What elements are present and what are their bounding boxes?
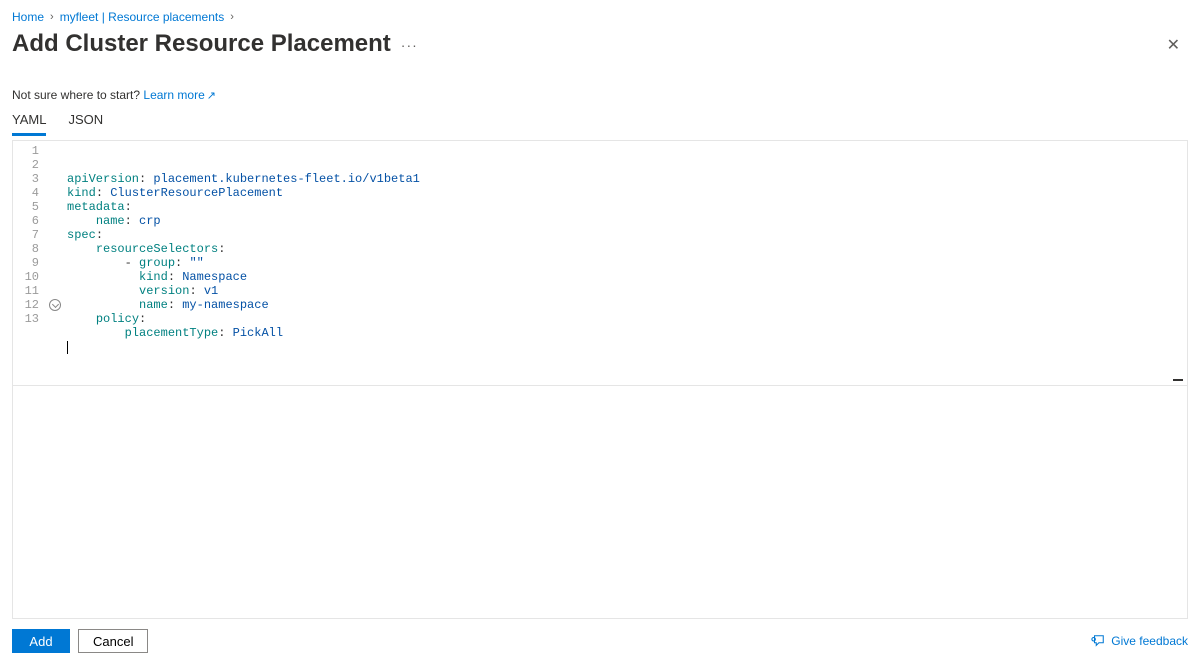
helper-prefix: Not sure where to start?	[12, 88, 143, 102]
glyph-slot	[47, 284, 63, 298]
glyph-slot	[47, 312, 63, 326]
line-number: 7	[17, 228, 39, 242]
code-line[interactable]: name: crp	[67, 214, 1187, 228]
tab-yaml[interactable]: YAML	[12, 110, 46, 136]
glyph-margin	[47, 141, 63, 385]
code-line[interactable]: kind: ClusterResourcePlacement	[67, 186, 1187, 200]
glyph-slot	[47, 200, 63, 214]
add-button[interactable]: Add	[12, 629, 70, 653]
glyph-slot	[47, 144, 63, 158]
line-number: 13	[17, 312, 39, 326]
line-number: 6	[17, 214, 39, 228]
line-number: 3	[17, 172, 39, 186]
helper-text: Not sure where to start? Learn more↗	[12, 88, 1188, 102]
feedback-icon	[1091, 634, 1105, 648]
minimap-indicator	[1173, 379, 1183, 381]
code-line[interactable]: name: my-namespace	[67, 298, 1187, 312]
code-line[interactable]	[67, 340, 1187, 354]
glyph-slot	[47, 298, 63, 312]
code-line[interactable]: resourceSelectors:	[67, 242, 1187, 256]
glyph-slot	[47, 228, 63, 242]
code-line[interactable]: kind: Namespace	[67, 270, 1187, 284]
line-number: 8	[17, 242, 39, 256]
glyph-slot	[47, 242, 63, 256]
give-feedback-link[interactable]: Give feedback	[1091, 634, 1188, 648]
code-line[interactable]: - group: ""	[67, 256, 1187, 270]
code-line[interactable]: metadata:	[67, 200, 1187, 214]
line-number: 1	[17, 144, 39, 158]
line-number: 9	[17, 256, 39, 270]
code-line[interactable]: spec:	[67, 228, 1187, 242]
chevron-right-icon: ›	[50, 11, 54, 23]
give-feedback-label: Give feedback	[1111, 634, 1188, 648]
glyph-slot	[47, 270, 63, 284]
glyph-slot	[47, 256, 63, 270]
page-title: Add Cluster Resource Placement	[12, 30, 391, 58]
line-number: 4	[17, 186, 39, 200]
code-line[interactable]: policy:	[67, 312, 1187, 326]
close-icon[interactable]: ✕	[1159, 31, 1188, 59]
glyph-slot	[47, 214, 63, 228]
learn-more-link[interactable]: Learn more	[143, 88, 204, 102]
glyph-slot	[47, 186, 63, 200]
line-number: 10	[17, 270, 39, 284]
cancel-button[interactable]: Cancel	[78, 629, 148, 653]
editor-empty-space[interactable]	[12, 386, 1188, 619]
footer: Add Cancel Give feedback	[12, 619, 1188, 665]
breadcrumb: Home › myfleet | Resource placements ›	[12, 8, 1188, 30]
line-number: 5	[17, 200, 39, 214]
code-line[interactable]: apiVersion: placement.kubernetes-fleet.i…	[67, 172, 1187, 186]
text-cursor	[67, 341, 68, 354]
more-actions-icon[interactable]: ···	[401, 37, 418, 53]
format-tabs: YAML JSON	[12, 110, 1188, 136]
glyph-slot	[47, 158, 63, 172]
line-number: 12	[17, 298, 39, 312]
tab-json[interactable]: JSON	[68, 110, 103, 136]
line-number: 11	[17, 284, 39, 298]
code-line[interactable]: version: v1	[67, 284, 1187, 298]
code-line[interactable]: placementType: PickAll	[67, 326, 1187, 340]
line-number: 2	[17, 158, 39, 172]
glyph-slot	[47, 172, 63, 186]
line-number-gutter: 12345678910111213	[13, 141, 47, 385]
external-link-icon: ↗	[207, 90, 216, 102]
code-area[interactable]: apiVersion: placement.kubernetes-fleet.i…	[63, 141, 1187, 385]
lightbulb-icon[interactable]	[49, 299, 61, 311]
chevron-right-icon: ›	[230, 11, 234, 23]
breadcrumb-home[interactable]: Home	[12, 10, 44, 24]
breadcrumb-resource-placements[interactable]: myfleet | Resource placements	[60, 10, 225, 24]
code-editor[interactable]: 12345678910111213 apiVersion: placement.…	[12, 140, 1188, 386]
